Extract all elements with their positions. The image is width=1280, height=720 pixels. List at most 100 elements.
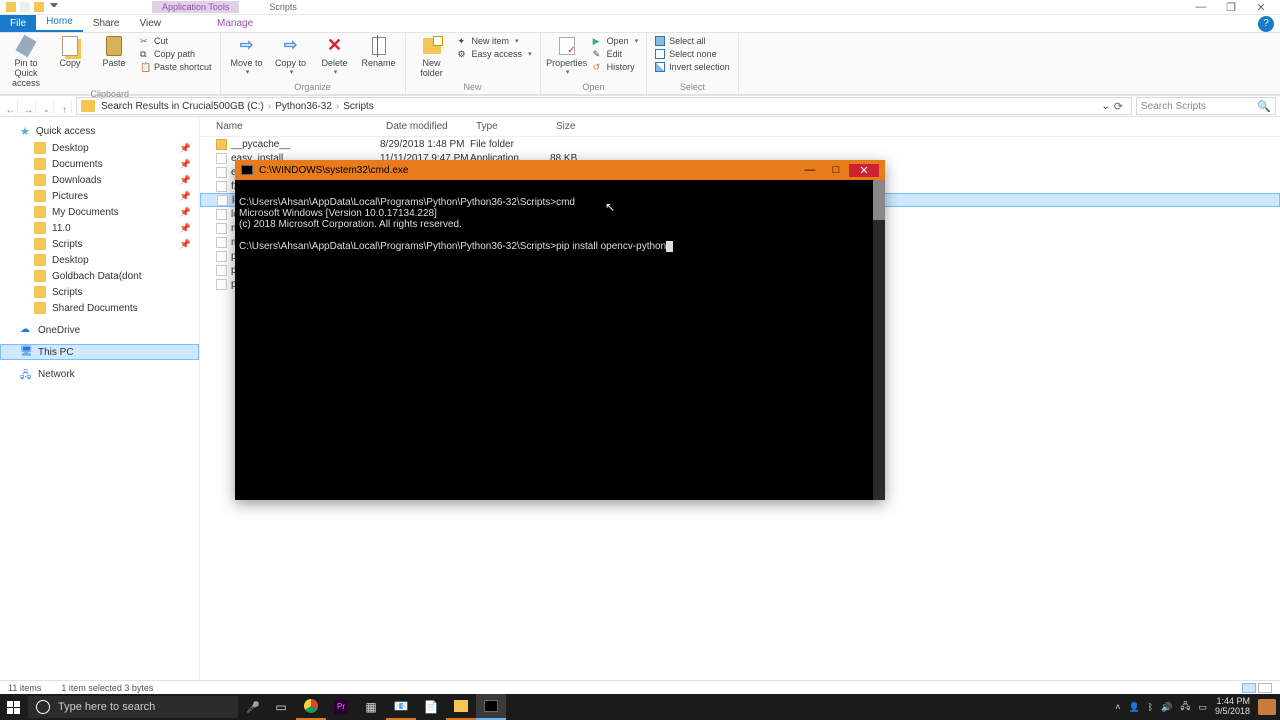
nav-network[interactable]: 🖧Network: [0, 366, 199, 382]
copy-button[interactable]: Copy: [50, 35, 90, 69]
task-view-button[interactable]: ▭: [266, 694, 296, 720]
tray-people-icon[interactable]: 👤: [1129, 702, 1140, 713]
table-row[interactable]: __pycache__8/29/2018 1:48 PMFile folder: [200, 137, 1280, 151]
sidebar-item[interactable]: 11.0📌: [0, 220, 199, 236]
cmd-scrollbar[interactable]: [873, 180, 885, 500]
cmd-close-button[interactable]: ✕: [849, 164, 879, 177]
mic-icon[interactable]: 🎤: [240, 701, 266, 714]
taskbar-explorer[interactable]: [446, 694, 476, 720]
tray-battery-icon[interactable]: ▭: [1198, 702, 1207, 713]
col-header-date[interactable]: Date modified: [380, 121, 470, 132]
col-header-name[interactable]: Name: [200, 121, 380, 132]
nav-quick-access[interactable]: ★Quick access: [0, 123, 199, 140]
view-large-button[interactable]: [1258, 683, 1272, 693]
new-item-button[interactable]: ✦New item: [456, 35, 534, 47]
address-dropdown-icon[interactable]: ⌄: [1101, 101, 1109, 112]
context-tab-apptools[interactable]: Application Tools: [152, 1, 239, 13]
paste-button[interactable]: Paste: [94, 35, 134, 69]
taskbar-app1[interactable]: ▦: [356, 694, 386, 720]
select-none-button[interactable]: Select none: [653, 48, 732, 60]
close-button[interactable]: ✕: [1246, 1, 1276, 14]
help-button[interactable]: ?: [1258, 16, 1274, 32]
group-open-label: Open: [547, 82, 641, 94]
col-header-type[interactable]: Type: [470, 121, 550, 132]
taskbar-chrome[interactable]: [296, 694, 326, 720]
copy-path-button[interactable]: ⧉Copy path: [138, 48, 214, 60]
col-header-size[interactable]: Size: [550, 121, 610, 132]
tab-manage[interactable]: Manage: [207, 15, 263, 32]
cmd-minimize-button[interactable]: —: [797, 164, 823, 177]
tray-network-icon[interactable]: 🖧: [1180, 699, 1190, 715]
taskbar-premiere[interactable]: Pr: [326, 694, 356, 720]
cmd-line: (c) 2018 Microsoft Corporation. All righ…: [239, 219, 462, 230]
taskbar-cmd[interactable]: [476, 694, 506, 720]
breadcrumb-seg-2[interactable]: Scripts: [343, 101, 374, 112]
maximize-button[interactable]: ❐: [1216, 1, 1246, 14]
view-details-button[interactable]: [1242, 683, 1256, 693]
sidebar-item[interactable]: Desktop: [0, 252, 199, 268]
taskbar-search[interactable]: Type here to search: [28, 696, 238, 718]
sidebar-item[interactable]: Documents📌: [0, 156, 199, 172]
recent-dropdown[interactable]: ⌄: [40, 99, 54, 113]
cmd-icon: [241, 165, 253, 175]
new-folder-button[interactable]: New folder: [412, 35, 452, 79]
move-to-button[interactable]: ⇨Move to: [227, 35, 267, 77]
start-button[interactable]: [0, 694, 26, 720]
sidebar-item[interactable]: Downloads📌: [0, 172, 199, 188]
back-button[interactable]: ←: [4, 99, 18, 113]
select-all-button[interactable]: Select all: [653, 35, 732, 47]
delete-button[interactable]: ✕Delete: [315, 35, 355, 77]
tray-notifications[interactable]: [1258, 699, 1276, 715]
nav-pane[interactable]: ★Quick access Desktop📌Documents📌Download…: [0, 117, 200, 680]
cmd-window[interactable]: C:\WINDOWS\system32\cmd.exe — □ ✕ C:\Use…: [235, 160, 885, 500]
cmd-body[interactable]: C:\Users\Ahsan\AppData\Local\Programs\Py…: [235, 180, 885, 500]
tab-view[interactable]: View: [130, 15, 172, 32]
pin-to-quick-access-button[interactable]: Pin to Quick access: [6, 35, 46, 89]
easy-access-button[interactable]: ⚙Easy access: [456, 48, 534, 60]
rename-button[interactable]: Rename: [359, 35, 399, 69]
cmd-scroll-thumb[interactable]: [873, 180, 885, 220]
sidebar-item[interactable]: Scripts📌: [0, 236, 199, 252]
minimize-button[interactable]: —: [1186, 1, 1216, 14]
tab-home[interactable]: Home: [36, 13, 83, 32]
sidebar-item[interactable]: Desktop📌: [0, 140, 199, 156]
search-icon[interactable]: 🔍: [1257, 100, 1271, 113]
tab-file[interactable]: File: [0, 15, 36, 32]
sidebar-item[interactable]: Shared Documents: [0, 300, 199, 316]
taskbar-notepad[interactable]: 📄: [416, 694, 446, 720]
edit-button[interactable]: ✎Edit: [591, 48, 641, 60]
copy-to-button[interactable]: ⇨Copy to: [271, 35, 311, 77]
tray-volume-icon[interactable]: 🔊: [1161, 702, 1172, 713]
properties-button[interactable]: Properties: [547, 35, 587, 77]
paste-shortcut-button[interactable]: 📋Paste shortcut: [138, 61, 214, 73]
nav-onedrive[interactable]: ☁OneDrive: [0, 322, 199, 338]
tray-clock[interactable]: 1:44 PM 9/5/2018: [1215, 697, 1250, 717]
properties-icon: [559, 37, 575, 55]
open-button[interactable]: ▶Open: [591, 35, 641, 47]
history-button[interactable]: ↺History: [591, 61, 641, 73]
folder-icon: [34, 190, 46, 202]
tray-bluetooth-icon[interactable]: ᛒ: [1148, 702, 1153, 712]
cmd-titlebar[interactable]: C:\WINDOWS\system32\cmd.exe — □ ✕: [235, 160, 885, 180]
breadcrumb[interactable]: Search Results in Crucial500GB (C:)› Pyt…: [76, 97, 1132, 115]
up-button[interactable]: ↑: [58, 99, 72, 113]
invert-selection-button[interactable]: Invert selection: [653, 61, 732, 73]
sidebar-item[interactable]: Scripts: [0, 284, 199, 300]
qat-dropdown-icon[interactable]: [50, 3, 58, 11]
cut-button[interactable]: ✂Cut: [138, 35, 214, 47]
qat-newfolder-icon[interactable]: [34, 2, 44, 12]
breadcrumb-seg-0[interactable]: Search Results in Crucial500GB (C:): [101, 101, 264, 112]
refresh-button[interactable]: ⟳: [1110, 100, 1127, 113]
nav-this-pc[interactable]: 🖥This PC: [0, 344, 199, 360]
sidebar-item[interactable]: Pictures📌: [0, 188, 199, 204]
breadcrumb-seg-1[interactable]: Python36-32: [275, 101, 332, 112]
taskbar-outlook[interactable]: 📧: [386, 694, 416, 720]
tab-share[interactable]: Share: [83, 15, 130, 32]
sidebar-item[interactable]: My Documents📌: [0, 204, 199, 220]
tray-up-icon[interactable]: ˄: [1115, 702, 1120, 712]
search-input[interactable]: Search Scripts 🔍: [1136, 97, 1276, 115]
forward-button[interactable]: →: [22, 99, 36, 113]
sidebar-item[interactable]: Goldbach Data(dont: [0, 268, 199, 284]
cmd-maximize-button[interactable]: □: [823, 164, 849, 177]
qat-props-icon[interactable]: [20, 2, 30, 12]
